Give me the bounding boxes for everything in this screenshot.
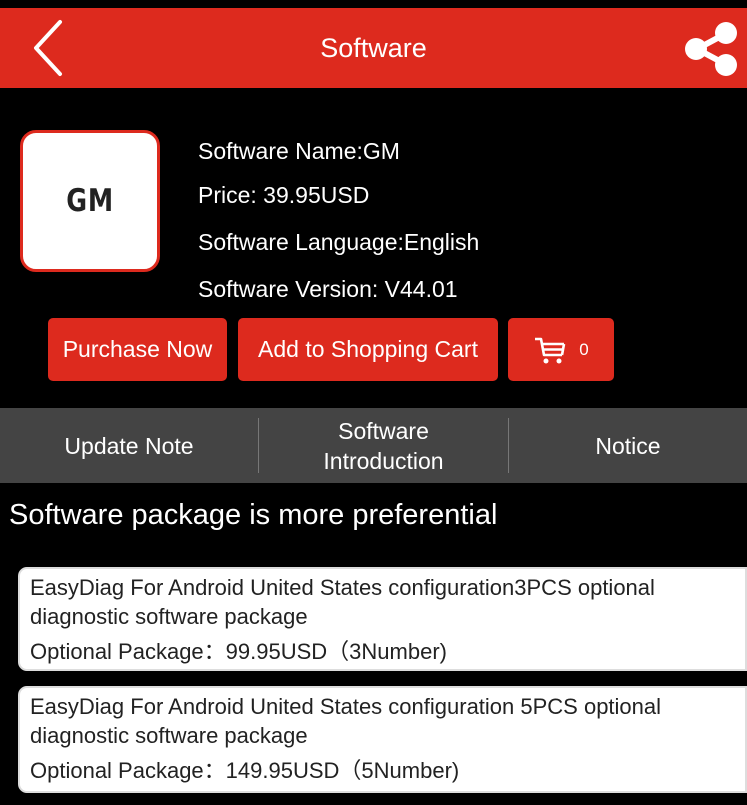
add-to-cart-button[interactable]: Add to Shopping Cart	[238, 318, 498, 381]
package-name: EasyDiag For Android United States confi…	[30, 575, 655, 629]
tab-software-introduction[interactable]: Software Introduction	[259, 408, 508, 483]
tab-label: Update Note	[64, 432, 194, 459]
info-tab-bar: Update Note Software Introduction Notice	[0, 408, 747, 483]
software-logo: GM	[20, 130, 160, 272]
tab-update-note[interactable]: Update Note	[0, 408, 258, 483]
software-logo-text: GM	[66, 183, 114, 219]
software-version: Software Version: V44.01	[198, 276, 458, 302]
tab-label: Notice	[595, 432, 661, 459]
software-price: Price: 39.95USD	[198, 182, 370, 208]
share-icon	[685, 22, 737, 76]
software-name: Software Name:GM	[198, 138, 400, 164]
tab-label: Software Introduction	[323, 417, 444, 474]
package-price: Optional Package：149.95USD（5Number)	[30, 758, 460, 783]
top-app-bar: Software	[0, 8, 747, 88]
cart-count: 0	[579, 339, 589, 359]
software-language: Software Language:English	[198, 229, 480, 255]
package-price: Optional Package：99.95USD（3Number)	[30, 639, 447, 664]
package-card[interactable]: EasyDiag For Android United States confi…	[18, 686, 747, 793]
cart-button[interactable]: 0	[508, 318, 614, 381]
purchase-now-button[interactable]: Purchase Now	[48, 318, 227, 381]
page-title: Software	[320, 33, 427, 63]
package-section-title: Software package is more preferential	[9, 499, 498, 531]
share-button[interactable]	[681, 18, 743, 80]
package-card[interactable]: EasyDiag For Android United States confi…	[18, 567, 747, 671]
shopping-cart-icon	[535, 337, 566, 363]
tab-notice[interactable]: Notice	[509, 408, 747, 483]
package-name: EasyDiag For Android United States confi…	[30, 694, 662, 748]
